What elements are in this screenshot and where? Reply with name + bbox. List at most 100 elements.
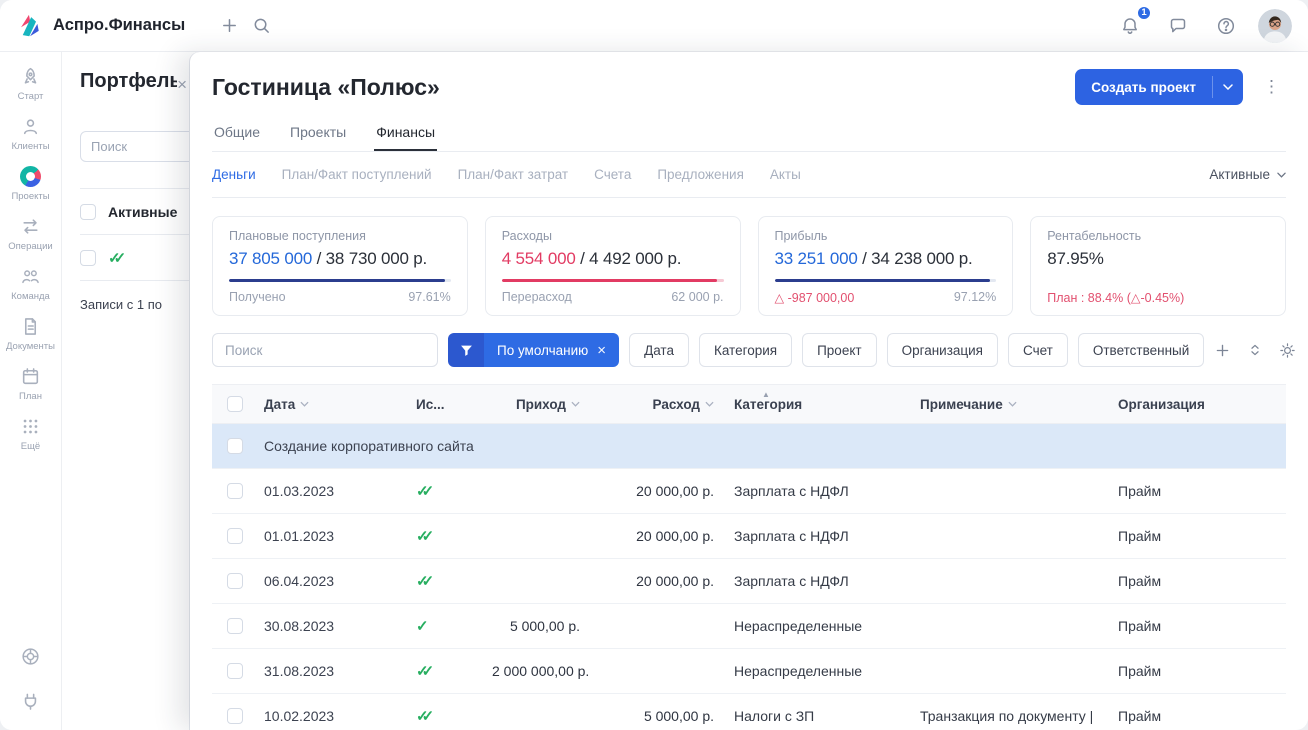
- progress-bar: [775, 279, 997, 282]
- table-search-input[interactable]: [212, 333, 438, 367]
- row-checkbox[interactable]: [227, 618, 243, 634]
- sidebar-item-projects[interactable]: Проекты: [0, 166, 61, 202]
- create-project-label[interactable]: Создать проект: [1075, 69, 1212, 105]
- integrations-icon[interactable]: [20, 691, 41, 712]
- table-row[interactable]: 06.04.2023 ✓✓ 20 000,00 р. Зарплата с НД…: [212, 559, 1286, 604]
- col-organization[interactable]: Организация: [1096, 397, 1286, 412]
- create-project-button[interactable]: Создать проект: [1075, 69, 1243, 105]
- checkbox-cell: [212, 483, 258, 499]
- select-all-checkbox[interactable]: [80, 204, 96, 220]
- tab-finance[interactable]: Финансы: [374, 116, 437, 151]
- applied-filter-pill[interactable]: По умолчанию ×: [448, 333, 619, 367]
- cell-status: ✓✓: [404, 662, 492, 680]
- add-icon[interactable]: [213, 10, 245, 42]
- applied-filter-label-wrap[interactable]: По умолчанию ×: [484, 333, 619, 367]
- cell-category: Нераспределенные: [718, 618, 904, 634]
- sidebar-item-clients[interactable]: Клиенты: [0, 116, 61, 152]
- table-row[interactable]: 10.02.2023 ✓✓ 5 000,00 р. Налоги с ЗП Тр…: [212, 694, 1286, 730]
- col-label: Категория: [734, 397, 802, 412]
- filter-chip-date[interactable]: Дата: [629, 333, 689, 367]
- subtab-plan-fact-expenses[interactable]: План/Факт затрат: [458, 167, 569, 182]
- sort-chevron-icon: [571, 401, 580, 407]
- stat-footer-left: План : 88.4% (△-0.45%): [1047, 290, 1184, 305]
- tab-general[interactable]: Общие: [212, 116, 262, 151]
- filter-chip-account[interactable]: Счет: [1008, 333, 1068, 367]
- row-checkbox[interactable]: [80, 250, 96, 266]
- portfolio-list-row[interactable]: ✓✓: [80, 235, 190, 281]
- stat-card-planned-income: Плановые поступления 37 805 000 / 38 730…: [212, 216, 468, 316]
- chat-icon[interactable]: [1162, 10, 1194, 42]
- subtab-proposals[interactable]: Предложения: [657, 167, 744, 182]
- remove-filter-icon[interactable]: ×: [597, 342, 606, 359]
- cell-status: ✓✓: [404, 707, 492, 725]
- stat-footer: △ -987 000,0097.12%: [775, 290, 997, 305]
- sidebar-item-documents[interactable]: Документы: [0, 316, 61, 352]
- user-avatar[interactable]: [1258, 9, 1292, 43]
- search-icon[interactable]: [245, 10, 277, 42]
- filter-chip-responsible[interactable]: Ответственный: [1078, 333, 1204, 367]
- status-check-icon: ✓✓: [416, 572, 435, 590]
- subtab-accounts[interactable]: Счета: [594, 167, 631, 182]
- sidebar-item-more[interactable]: Ещё: [0, 416, 61, 452]
- portfolio-list: Активные ✓✓: [80, 188, 190, 281]
- expand-collapse-icon[interactable]: [1248, 343, 1262, 357]
- checkbox-cell: [212, 573, 258, 589]
- status-filter-dropdown[interactable]: Активные: [1209, 167, 1286, 182]
- cell-expense: 20 000,00 р.: [584, 483, 718, 499]
- sidebar-item-label: Документы: [6, 341, 55, 352]
- cell-expense: 20 000,00 р.: [584, 528, 718, 544]
- table-row[interactable]: 01.01.2023 ✓✓ 20 000,00 р. Зарплата с НД…: [212, 514, 1286, 559]
- group-checkbox[interactable]: [227, 438, 243, 454]
- add-filter-icon[interactable]: [1214, 342, 1231, 359]
- table-row[interactable]: 01.03.2023 ✓✓ 20 000,00 р. Зарплата с НД…: [212, 469, 1286, 514]
- row-checkbox[interactable]: [227, 708, 243, 724]
- row-checkbox[interactable]: [227, 483, 243, 499]
- funnel-icon[interactable]: [448, 333, 484, 367]
- chevron-down-icon[interactable]: [1213, 69, 1243, 105]
- stat-value: 4 554 000: [502, 249, 576, 268]
- col-expense[interactable]: Расход: [584, 397, 718, 412]
- filter-chip-project[interactable]: Проект: [802, 333, 876, 367]
- subtab-plan-fact-income[interactable]: План/Факт поступлений: [282, 167, 432, 182]
- sidebar-item-start[interactable]: Старт: [0, 66, 61, 102]
- filter-chip-organization[interactable]: Организация: [887, 333, 998, 367]
- table-group-row[interactable]: Создание корпоративного сайта: [212, 424, 1286, 469]
- kebab-menu-icon[interactable]: ⋮: [1257, 73, 1286, 101]
- col-date[interactable]: Дата: [258, 397, 404, 412]
- sidebar-item-plan[interactable]: План: [0, 366, 61, 402]
- table-row[interactable]: 31.08.2023 ✓✓ 2 000 000,00 р. Нераспреде…: [212, 649, 1286, 694]
- row-checkbox[interactable]: [227, 663, 243, 679]
- app-logo-icon: [16, 12, 43, 39]
- help-center-icon[interactable]: [20, 646, 41, 667]
- stat-footer: Перерасход62 000 р.: [502, 290, 724, 304]
- subtab-money[interactable]: Деньги: [212, 167, 256, 182]
- sidebar-item-operations[interactable]: Операции: [0, 216, 61, 252]
- row-checkbox[interactable]: [227, 528, 243, 544]
- sidebar-item-team[interactable]: Команда: [0, 266, 61, 302]
- table-row[interactable]: 30.08.2023 ✓ 5 000,00 р. Нераспределенны…: [212, 604, 1286, 649]
- cell-date: 06.04.2023: [258, 573, 404, 589]
- status-check-icon: ✓✓: [108, 249, 127, 267]
- select-all-checkbox[interactable]: [227, 396, 243, 412]
- col-note[interactable]: Примечание: [904, 397, 1096, 412]
- col-label: Расход: [653, 397, 700, 412]
- col-income[interactable]: Приход: [492, 397, 584, 412]
- filter-chip-category[interactable]: Категория: [699, 333, 792, 367]
- stat-card-profit: Прибыль 33 251 000 / 34 238 000 р. △ -98…: [758, 216, 1014, 316]
- portfolio-list-header: Активные: [80, 189, 190, 235]
- cell-organization: Прайм: [1096, 528, 1286, 544]
- col-category[interactable]: ▲ Категория: [718, 397, 904, 412]
- notifications-bell-icon[interactable]: 1: [1114, 10, 1146, 42]
- progress-fill: [775, 279, 990, 282]
- tab-projects[interactable]: Проекты: [288, 116, 348, 151]
- col-status[interactable]: Ис...: [404, 397, 492, 412]
- help-icon[interactable]: [1210, 10, 1242, 42]
- stat-values: 87.95%: [1047, 249, 1269, 269]
- row-checkbox[interactable]: [227, 573, 243, 589]
- portfolio-search-input[interactable]: [80, 131, 190, 162]
- close-icon[interactable]: ×: [177, 76, 187, 93]
- cell-income: 5 000,00 р.: [492, 618, 584, 634]
- cell-status: ✓✓: [404, 527, 492, 545]
- gear-icon[interactable]: [1279, 342, 1296, 359]
- subtab-acts[interactable]: Акты: [770, 167, 801, 182]
